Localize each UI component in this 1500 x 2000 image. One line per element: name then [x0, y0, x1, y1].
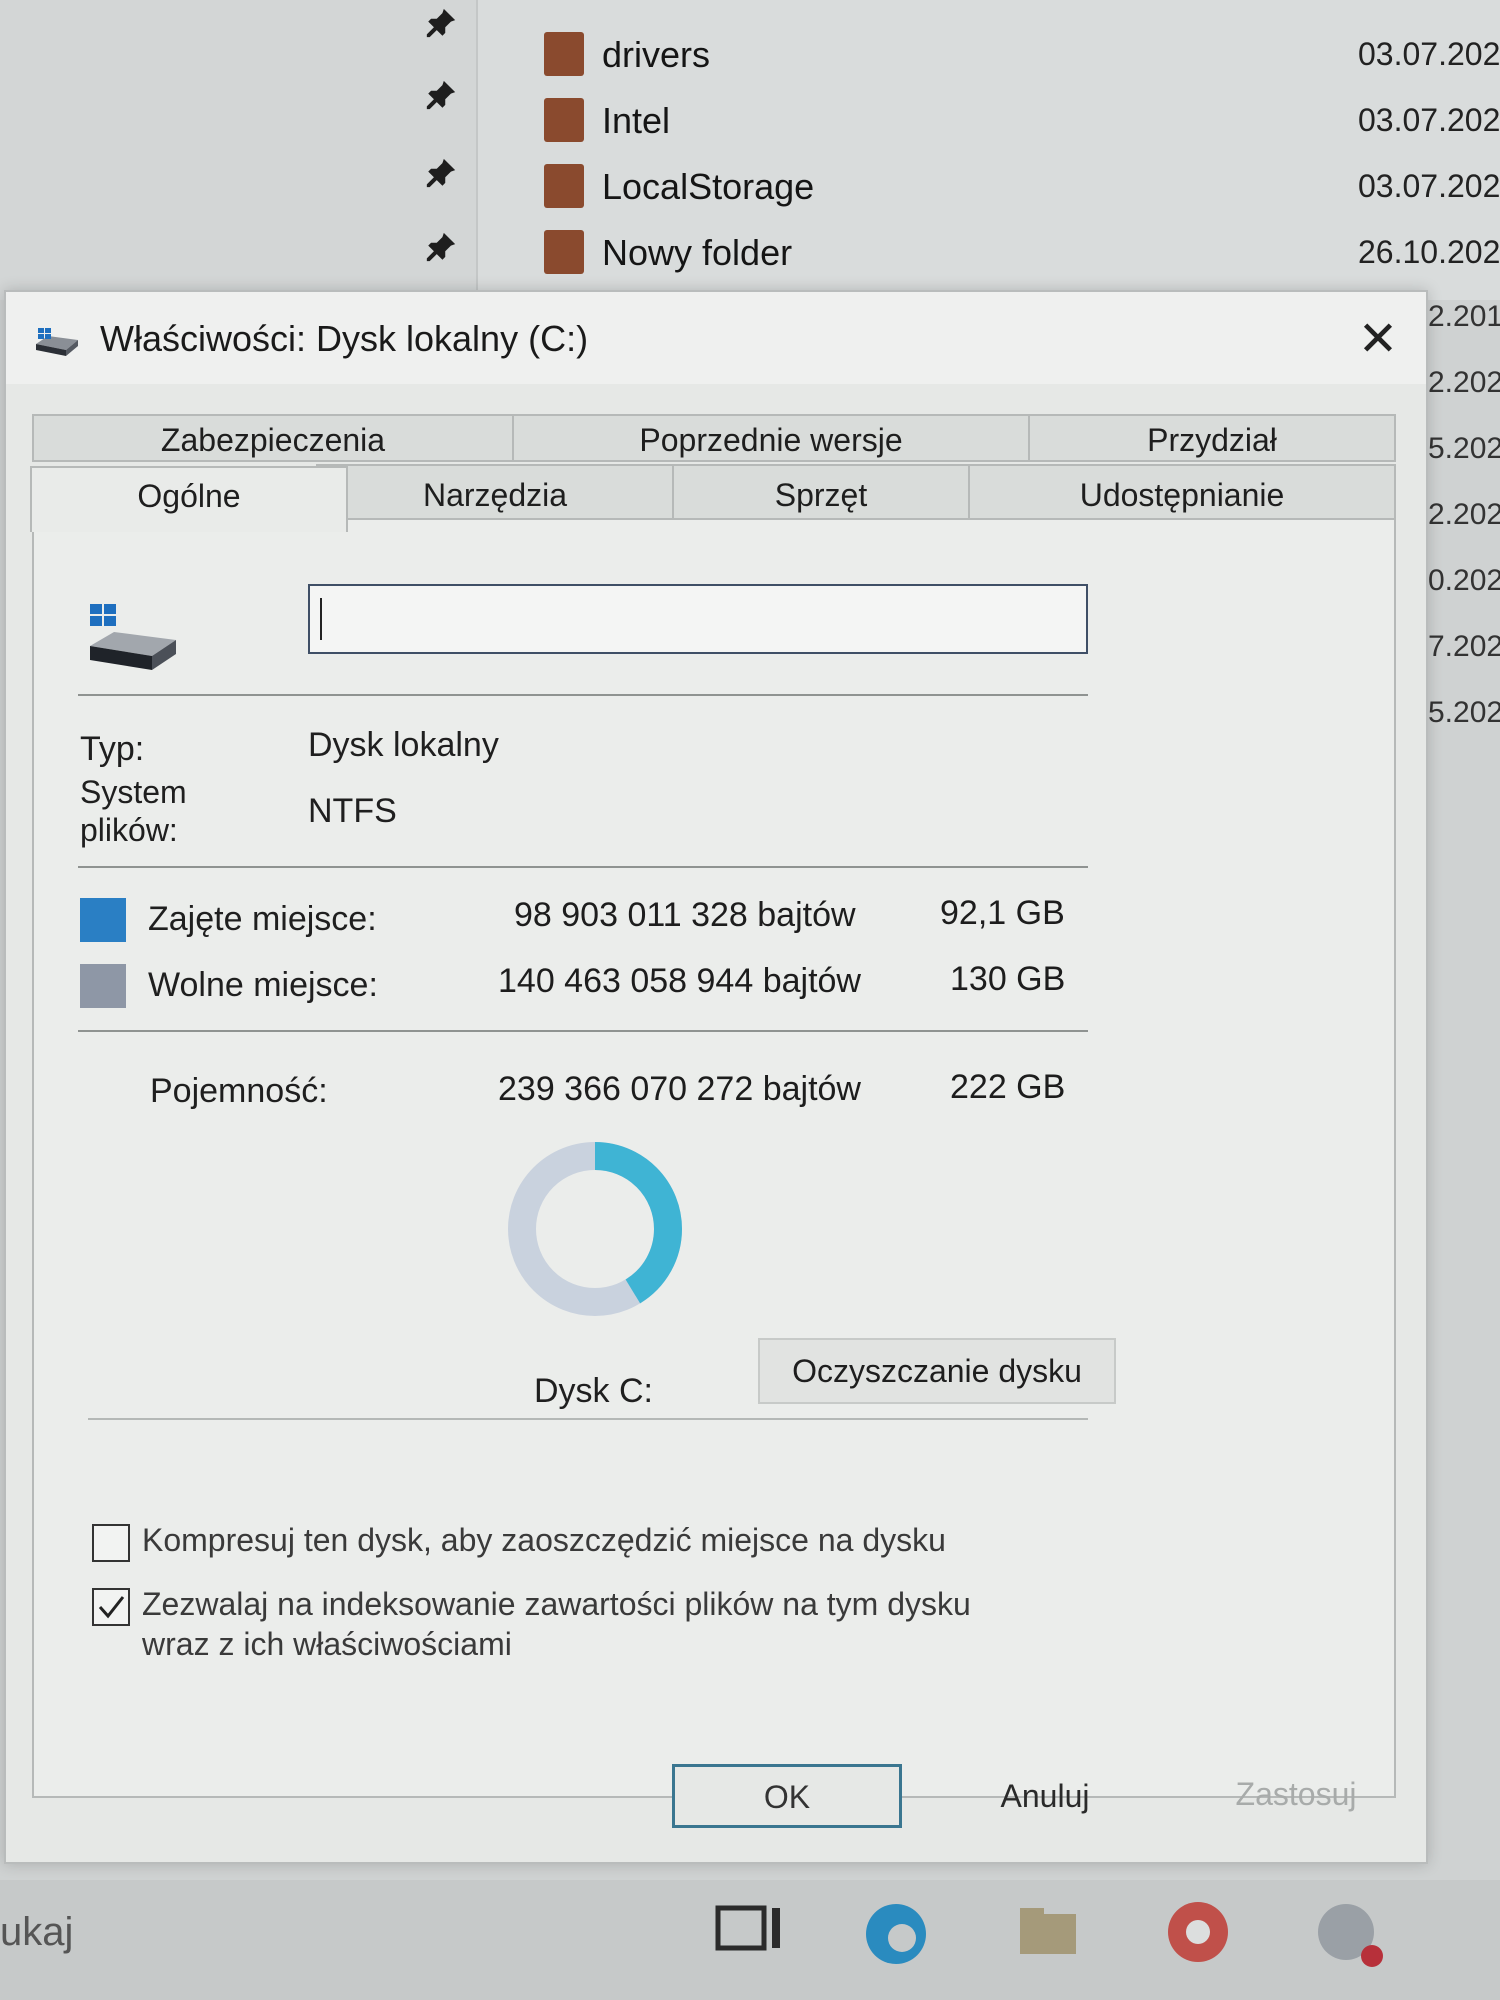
- file-date: 7.202: [1428, 630, 1500, 663]
- taskbar: ukaj: [0, 1880, 1500, 2000]
- free-space-label: Wolne miejsce:: [148, 966, 378, 1004]
- close-icon: ✕: [1357, 313, 1399, 366]
- file-date: 2.201: [1428, 300, 1500, 333]
- capacity-bytes: 239 366 070 272 bajtów: [498, 1070, 861, 1108]
- type-value: Dysk lokalny: [308, 726, 499, 764]
- folder-icon: [544, 164, 584, 208]
- file-date: 2.202: [1428, 498, 1500, 531]
- chrome-browser-icon[interactable]: [1160, 1894, 1236, 1970]
- pin-icon[interactable]: [424, 156, 458, 190]
- filesystem-label-line2: plików:: [80, 812, 178, 848]
- file-date: 5.202: [1428, 696, 1500, 729]
- divider: [88, 1418, 1088, 1420]
- free-space-swatch: [80, 964, 126, 1008]
- tab-security[interactable]: Zabezpieczenia: [32, 414, 514, 462]
- drive-icon: [90, 604, 176, 670]
- pin-icon[interactable]: [424, 230, 458, 264]
- pin-icon[interactable]: [424, 6, 458, 40]
- indexing-checkbox[interactable]: [92, 1588, 130, 1626]
- file-row[interactable]: drivers 03.07.202: [540, 24, 1500, 84]
- pin-icon[interactable]: [424, 78, 458, 112]
- file-row[interactable]: [540, 0, 1500, 2]
- free-space-bytes: 140 463 058 944 bajtów: [498, 962, 861, 1000]
- file-date: 03.07.202: [1358, 102, 1500, 138]
- file-explorer-icon[interactable]: [1010, 1894, 1086, 1970]
- tab-quota[interactable]: Przydział: [1028, 414, 1396, 462]
- tab-tools[interactable]: Narzędzia: [316, 464, 674, 522]
- used-space-swatch: [80, 898, 126, 942]
- tab-general[interactable]: Ogólne: [30, 466, 348, 532]
- close-button[interactable]: ✕: [1346, 310, 1410, 370]
- ok-button[interactable]: OK: [672, 1764, 902, 1828]
- divider: [78, 694, 1088, 696]
- background-date-column: 2.201 2.202 5.202 2.202 0.202 7.202 5.20…: [1420, 300, 1500, 1800]
- indexing-label-line2: wraz z ich właściwościami: [142, 1626, 512, 1662]
- title-bar[interactable]: Właściwości: Dysk lokalny (C:) ✕: [6, 292, 1426, 384]
- tab-hardware[interactable]: Sprzęt: [672, 464, 970, 522]
- folder-icon: [544, 98, 584, 142]
- drive-name-input[interactable]: [308, 584, 1088, 654]
- tab-previous-versions[interactable]: Poprzednie wersje: [512, 414, 1030, 462]
- filesystem-value: NTFS: [308, 792, 397, 830]
- drive-icon: [36, 328, 78, 356]
- file-name: Nowy folder: [602, 232, 793, 273]
- indexing-label-line1: Zezwalaj na indeksowanie zawartości plik…: [142, 1586, 971, 1622]
- folder-icon: [544, 230, 584, 274]
- used-space-gb: 92,1 GB: [940, 894, 1065, 932]
- tab-sharing[interactable]: Udostępnianie: [968, 464, 1396, 522]
- file-date: 26.10.202: [1358, 234, 1500, 270]
- capacity-label: Pojemność:: [150, 1072, 328, 1110]
- task-view-icon[interactable]: [712, 1894, 788, 1970]
- used-space-bytes: 98 903 011 328 bajtów: [514, 896, 856, 934]
- file-date: 0.202: [1428, 564, 1500, 597]
- tab-row-top: Zabezpieczenia Poprzednie wersje Przydzi…: [32, 414, 1396, 462]
- checkmark-icon: [98, 1596, 125, 1619]
- divider: [78, 1030, 1088, 1032]
- file-name: LocalStorage: [602, 166, 815, 207]
- file-date: 03.07.202: [1358, 168, 1500, 204]
- free-space-gb: 130 GB: [950, 960, 1066, 998]
- file-date: 03.07.202: [1358, 36, 1500, 72]
- file-date: 2.202: [1428, 366, 1500, 399]
- quick-access-pane: [0, 0, 478, 300]
- apply-button[interactable]: Zastosuj: [1186, 1764, 1406, 1828]
- divider: [78, 866, 1088, 868]
- file-row[interactable]: Nowy folder 26.10.202: [540, 222, 1500, 282]
- file-name: Intel: [602, 100, 671, 141]
- capacity-gb: 222 GB: [950, 1068, 1066, 1106]
- cancel-button[interactable]: Anuluj: [930, 1764, 1160, 1828]
- disk-usage-donut: [508, 1142, 682, 1316]
- file-row[interactable]: Intel 03.07.202: [540, 90, 1500, 150]
- used-space-label: Zajęte miejsce:: [148, 900, 377, 938]
- compress-checkbox[interactable]: [92, 1524, 130, 1562]
- file-name: drivers: [602, 34, 711, 75]
- edge-browser-icon[interactable]: [858, 1894, 934, 1970]
- disk-cleanup-button[interactable]: Oczyszczanie dysku: [758, 1338, 1116, 1404]
- folder-icon: [544, 32, 584, 76]
- compress-label: Kompresuj ten dysk, aby zaoszczędzić mie…: [142, 1522, 946, 1558]
- file-row[interactable]: LocalStorage 03.07.202: [540, 156, 1500, 216]
- skype-icon[interactable]: [1310, 1894, 1386, 1970]
- type-label: Typ:: [80, 730, 145, 768]
- filesystem-label-line1: System: [80, 774, 187, 810]
- dialog-title: Właściwości: Dysk lokalny (C:): [100, 318, 589, 359]
- file-date: 5.202: [1428, 432, 1500, 465]
- general-tab-panel: Typ: Dysk lokalny System plików: NTFS Za…: [32, 518, 1396, 1798]
- file-explorer-background: drivers 03.07.202 Intel 03.07.202 LocalS…: [0, 0, 1500, 300]
- taskbar-search-text[interactable]: ukaj: [0, 1910, 73, 1955]
- text-caret: [320, 598, 322, 640]
- drive-letter-label: Dysk C:: [534, 1372, 653, 1410]
